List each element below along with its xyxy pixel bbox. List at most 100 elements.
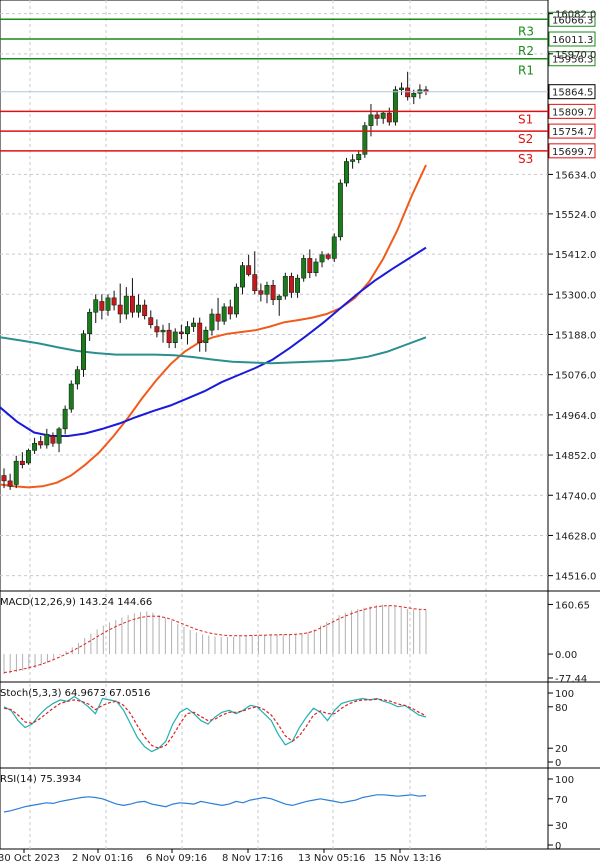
candle-down (7, 480, 13, 487)
candle-up (295, 277, 301, 293)
candle-up (282, 276, 288, 297)
candlestick-series (1, 71, 429, 490)
rsi-tick-label: 70 (555, 795, 568, 806)
candle-down (270, 285, 276, 300)
candle-down (307, 258, 313, 273)
level-price-label: 15754.7 (552, 127, 593, 138)
time-tick-label: 8 Nov 17:16 (222, 853, 283, 864)
candle-down (178, 331, 184, 335)
candle-up (392, 89, 398, 123)
candle-down (117, 304, 123, 315)
candle-up (209, 313, 215, 331)
candle-down (252, 274, 258, 291)
candle-up (81, 333, 86, 370)
candle-down (99, 301, 105, 311)
level-price-label: 15699.7 (552, 147, 593, 158)
time-tick-label: 13 Nov 05:16 (298, 853, 365, 864)
candle-down (246, 265, 252, 275)
candle-down (227, 306, 233, 315)
rsi-tick-label: 0 (555, 841, 561, 852)
candle-up (240, 265, 245, 288)
rsi-tick-label: 100 (555, 775, 574, 786)
candle-down (215, 313, 221, 322)
candle-up (172, 331, 178, 343)
price-tick-label: 14964.0 (555, 411, 596, 422)
rsi-tick-label: 30 (555, 821, 568, 832)
candle-up (319, 254, 325, 263)
current-price-label: 15864.5 (552, 88, 593, 99)
candle-up (93, 299, 99, 313)
candle-up (203, 329, 209, 343)
price-tick-label: 16082.0 (555, 10, 596, 21)
candle-up (62, 408, 68, 430)
candle-up (350, 159, 356, 162)
candle-up (44, 433, 50, 446)
candle-up (233, 286, 239, 315)
candle-up (221, 306, 227, 322)
level-name-s3: S3 (518, 152, 533, 166)
stoch-tick-label: 0 (555, 758, 561, 769)
candle-down (142, 304, 148, 317)
stoch-tick-label: 80 (555, 703, 568, 714)
candle-down (154, 326, 160, 333)
level-price-label: 16011.3 (552, 35, 593, 46)
stoch-k-line (3, 695, 427, 753)
candle-down (386, 112, 392, 123)
candle-up (123, 295, 129, 315)
price-tick-label: 15634.0 (555, 170, 596, 181)
candle-down (50, 435, 56, 444)
candle-down (197, 322, 203, 343)
stoch-tick-label: 100 (555, 689, 574, 700)
candle-up (380, 112, 386, 119)
candle-up (331, 236, 337, 259)
candle-up (399, 87, 404, 90)
support-resistance-levels: R316066.3R216011.3R115956.3S1 15809.7S2 15… (0, 11, 596, 166)
moving-average-line (0, 336, 427, 365)
candle-up (356, 154, 362, 160)
stoch-tick-label: 20 (555, 744, 568, 755)
candle-down (374, 114, 380, 119)
candle-down (405, 87, 411, 98)
candle-up (13, 460, 19, 485)
candle-up (136, 304, 142, 313)
price-tick-label: 15188.0 (555, 330, 596, 341)
moving-average-line (0, 246, 427, 437)
chart-canvas: R316066.3R216011.3R115956.3S1 15809.7S2 15… (0, 0, 600, 864)
candle-up (56, 428, 62, 444)
price-tick-label: 15524.0 (555, 210, 596, 221)
candle-up (105, 297, 111, 311)
price-tick-label: 15300.0 (555, 290, 596, 301)
level-name-r2: R2 (518, 44, 534, 58)
price-tick-label: 15076.0 (555, 371, 596, 382)
level-name-r1: R1 (518, 64, 534, 78)
candle-up (74, 369, 80, 385)
candle-up (313, 261, 319, 273)
candle-down (1, 475, 7, 482)
price-tick-label: 15412.0 (555, 250, 596, 261)
level-price-label: 15809.7 (552, 107, 593, 118)
time-tick-label: 15 Nov 13:16 (374, 853, 441, 864)
plot-frame (0, 0, 549, 850)
macd-tick-label: 0.00 (555, 650, 577, 661)
candle-down (19, 460, 25, 466)
rsi-line (3, 794, 427, 813)
candle-down (129, 295, 135, 313)
candle-down (111, 297, 117, 306)
candle-up (276, 295, 282, 300)
level-name-s2: S2 (518, 132, 533, 146)
indicator-label: RSI(14) 75.3934 (0, 774, 81, 785)
candle-up (160, 329, 166, 333)
candle-down (38, 441, 44, 446)
time-axis: 30 Oct 2023 2 Nov 01:16 6 Nov 09:16 8 Nov 1… (0, 849, 441, 864)
candle-up (362, 125, 368, 155)
candle-up (68, 383, 74, 410)
candle-up (87, 311, 93, 335)
stoch-d-line (3, 698, 427, 749)
candle-up (264, 285, 270, 295)
macd-tick-label: -77.44 (555, 674, 587, 685)
time-tick-label: 6 Nov 09:16 (146, 853, 207, 864)
price-tick-label: 15970.0 (555, 50, 596, 61)
price-tick-label: 14852.0 (555, 451, 596, 462)
time-tick-label: 2 Nov 01:16 (72, 853, 133, 864)
macd-tick-label: 160.65 (555, 600, 590, 611)
